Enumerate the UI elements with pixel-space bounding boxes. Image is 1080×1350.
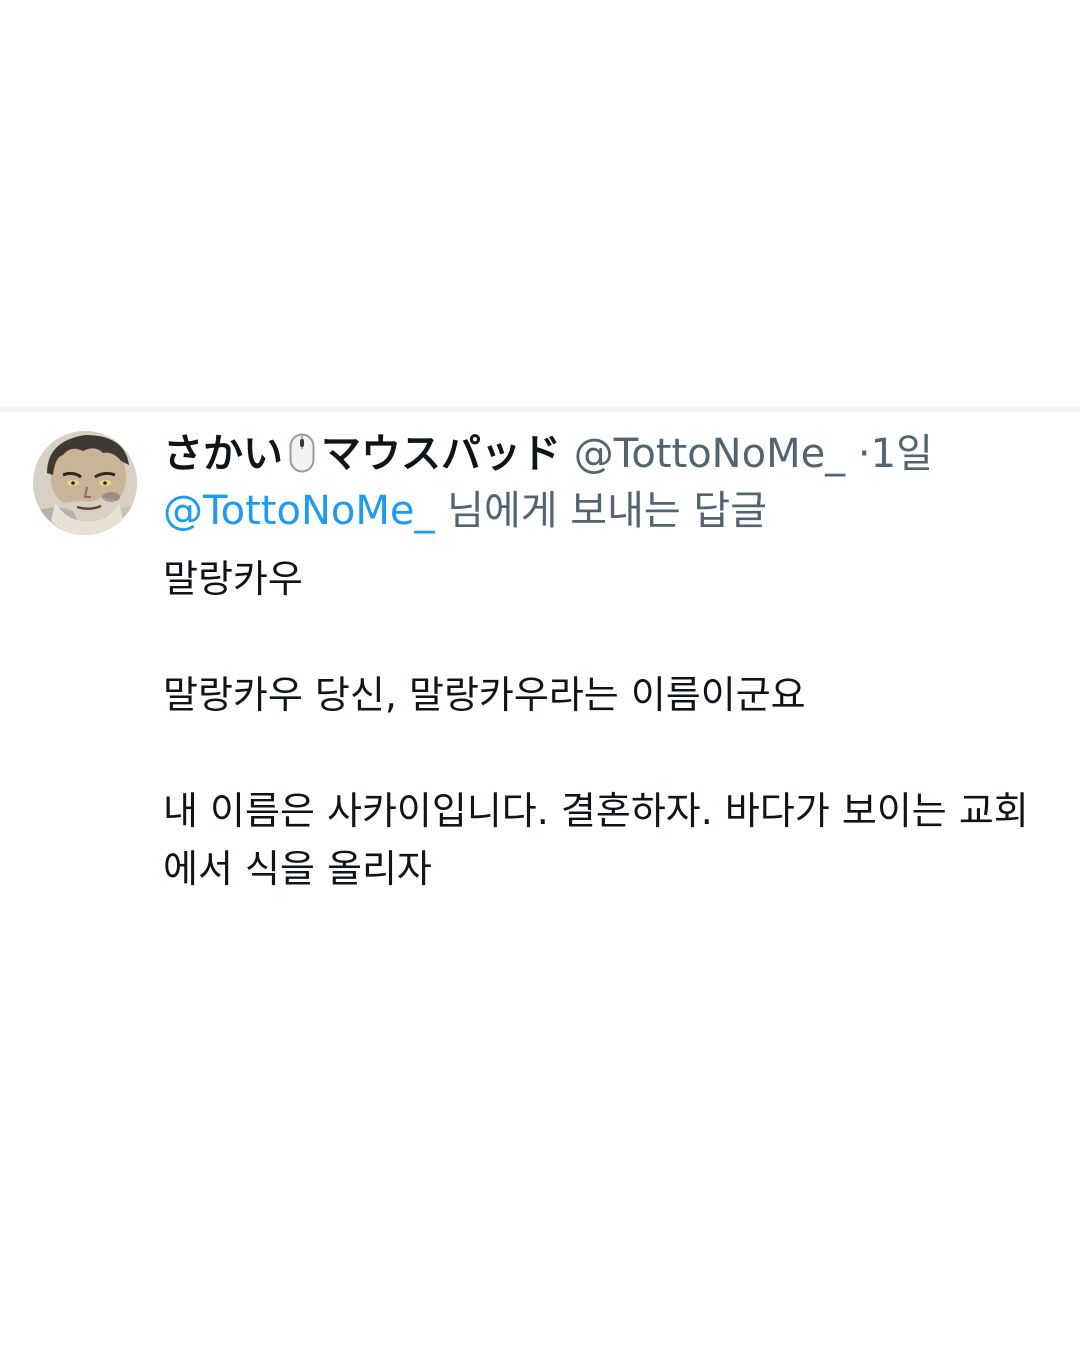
reply-to-handle-link[interactable]: @TottoNoMe_ bbox=[163, 488, 434, 534]
timestamp[interactable]: 1일 bbox=[871, 431, 933, 477]
tweet-header: さかい マウスパッド @TottoNoMe_ ·1일 bbox=[163, 426, 1043, 482]
tweet-paragraph: 말랑카우 당신, 말랑카우라는 이름이군요 bbox=[163, 673, 806, 717]
reply-tweet[interactable]: さかい マウスパッド @TottoNoMe_ ·1일 @TottoNoMe_ 님… bbox=[0, 412, 1080, 972]
display-name-suffix[interactable]: マウスパッド bbox=[321, 431, 561, 477]
avatar[interactable] bbox=[33, 431, 137, 535]
tweet-text: 말랑카우 말랑카우 당신, 말랑카우라는 이름이군요 내 이름은 사카이입니다.… bbox=[163, 550, 1043, 898]
tweet-content: さかい マウスパッド @TottoNoMe_ ·1일 @TottoNoMe_ 님… bbox=[163, 426, 1043, 898]
reply-label: 님에게 보내는 답글 bbox=[434, 488, 768, 534]
user-handle[interactable]: @TottoNoMe_ bbox=[574, 431, 845, 477]
separator-dot: · bbox=[857, 431, 871, 477]
display-name[interactable]: さかい bbox=[163, 431, 283, 477]
avatar-illustration bbox=[33, 431, 137, 535]
tweet-paragraph: 내 이름은 사카이입니다. 결혼하자. 바다가 보이는 교회에서 식을 올리자 bbox=[163, 789, 1029, 891]
tweet-paragraph: 말랑카우 bbox=[163, 557, 303, 601]
computer-mouse-icon bbox=[289, 432, 315, 488]
reply-context: @TottoNoMe_ 님에게 보내는 답글 bbox=[163, 482, 1043, 540]
